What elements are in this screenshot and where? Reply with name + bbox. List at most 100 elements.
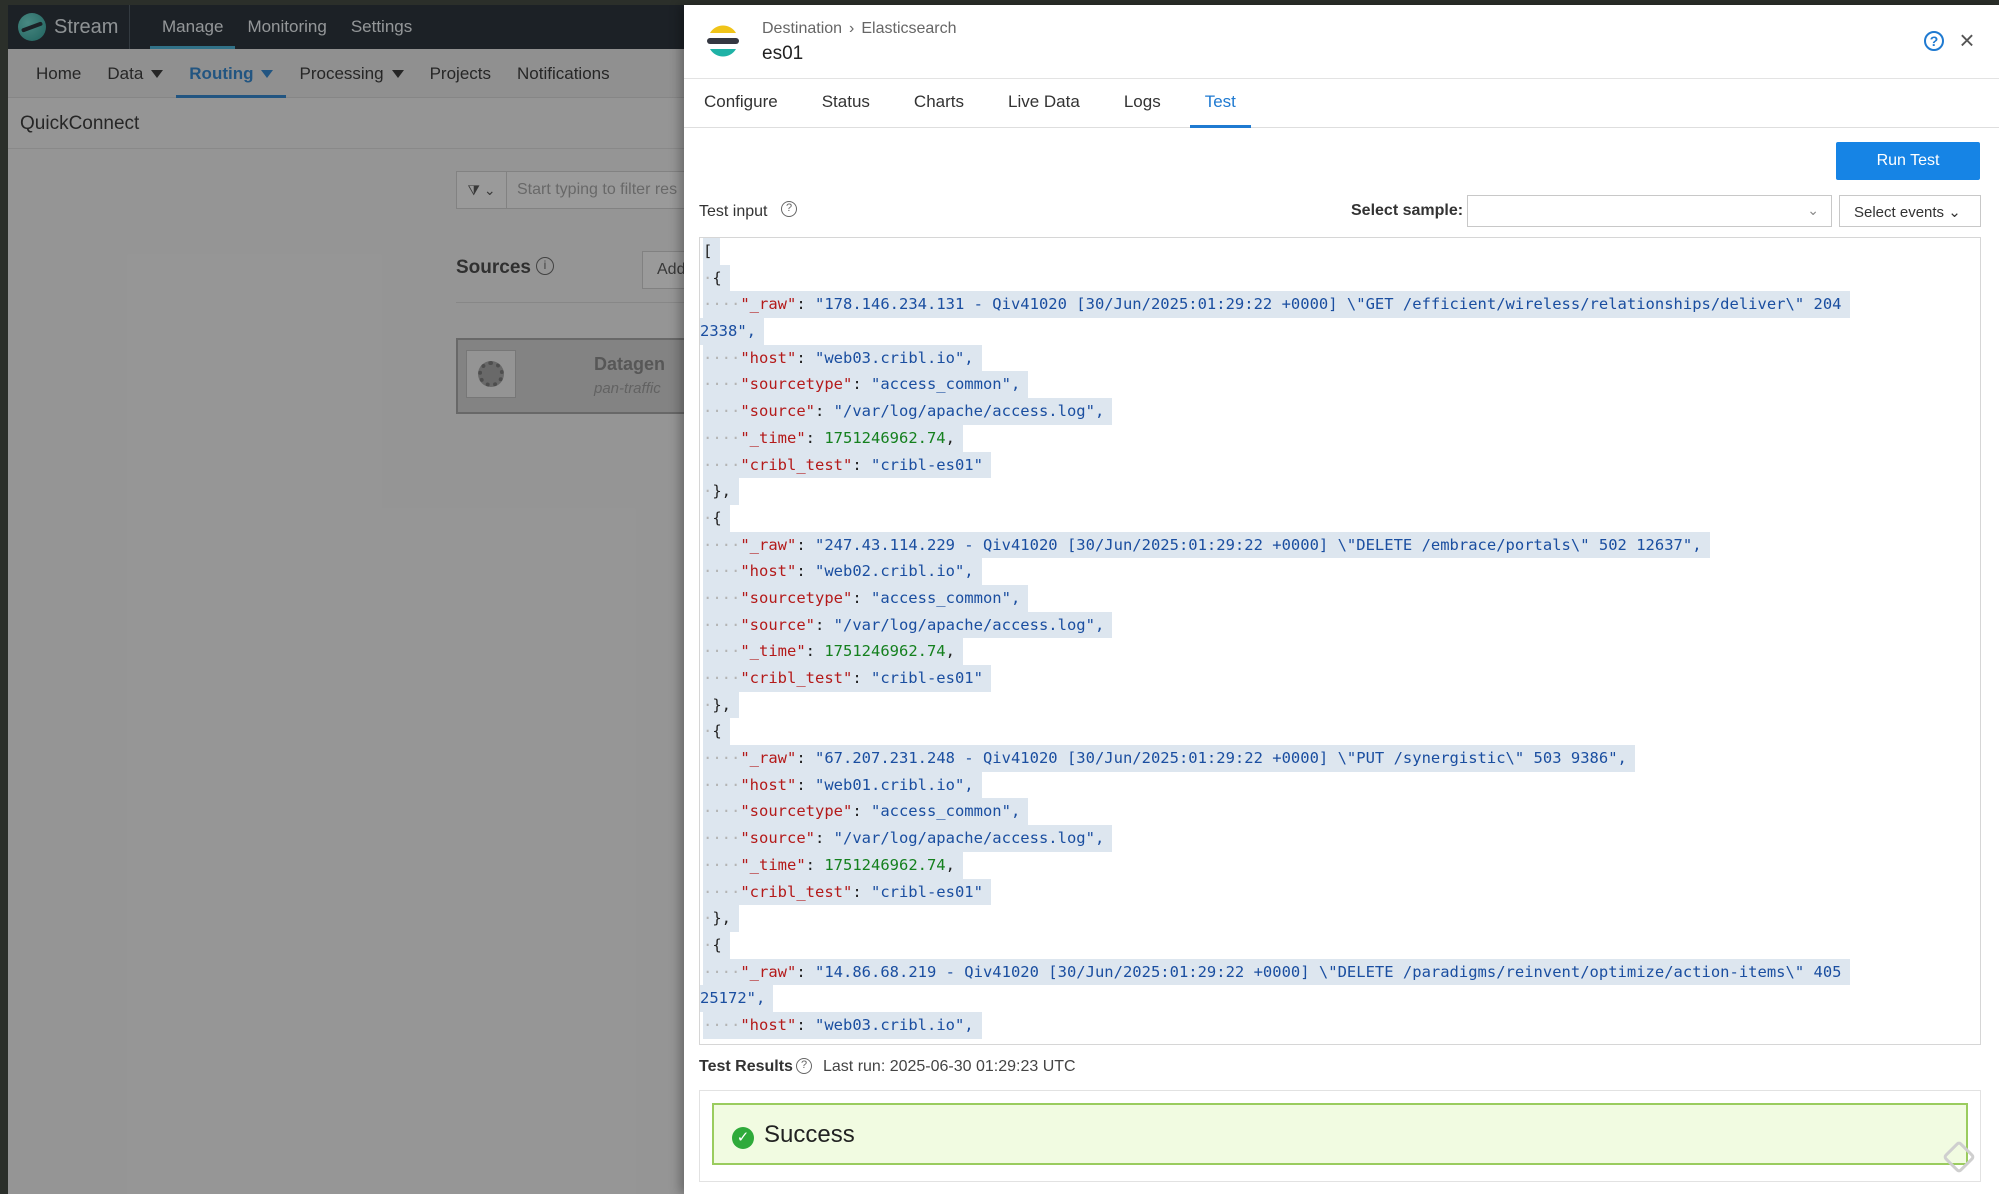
code-key: "host" [740,348,797,367]
tab-logs[interactable]: Logs [1109,80,1176,128]
code-line: ·{ [700,504,1980,532]
code-line: ····"cribl_test": "cribl-es01" [700,451,1980,479]
indent-guide: ···· [703,455,741,474]
help-icon[interactable]: ? [781,201,797,217]
breadcrumb-destination[interactable]: Destination [762,20,842,37]
code-punct: , [945,642,955,661]
sample-select[interactable]: ⌄ [1467,195,1832,227]
code-punct: : [852,802,871,821]
code-punct: : [796,562,815,581]
help-icon[interactable]: ? [796,1058,812,1074]
indent-guide: ···· [703,615,741,634]
filter-input[interactable]: ⧩ ⌄ Start typing to filter res [456,171,696,209]
indent-guide: ···· [703,802,741,821]
sub-nav-processing[interactable]: Processing [286,49,416,98]
app-name: Stream [54,15,119,38]
code-line-content: ·{ [703,931,730,959]
code-punct: : [796,348,815,367]
datagen-gear-icon [466,350,516,398]
tab-test[interactable]: Test [1189,80,1251,128]
sub-nav-notifications[interactable]: Notifications [504,49,623,98]
indent-guide: ···· [703,348,741,367]
sub-nav-notifications-label: Notifications [517,63,610,83]
top-nav-monitoring[interactable]: Monitoring [235,5,338,49]
tab-live-data[interactable]: Live Data [993,80,1095,128]
indent-guide: · [703,722,713,741]
code-value: "web01.cribl.io", [815,775,974,794]
code-line-content: ·}, [703,905,740,932]
filter-icon[interactable]: ⧩ ⌄ [457,172,507,208]
code-value: "access_common", [870,375,1021,394]
code-line-content: ····"cribl_test": "cribl-es01" [703,878,991,906]
code-line-content: ····"_time": 1751246962.74, [703,638,963,666]
code-line: ····"host": "web03.cribl.io", [700,344,1980,372]
code-line-content: ····"sourcetype": "access_common", [703,798,1029,826]
code-line-content: ·{ [703,504,730,532]
code-key: "cribl_test" [740,455,853,474]
code-line-content: ·{ [703,718,730,746]
indent-guide: ···· [703,775,741,794]
source-card-datagen[interactable]: Datagen pan-traffic [456,338,696,414]
code-line-content: ····"_raw": "67.207.231.248 - Qiv41020 [… [703,745,1635,772]
code-key: "host" [740,775,797,794]
code-key: "cribl_test" [740,882,853,901]
code-value: "web03.cribl.io", [815,348,974,367]
caret-down-icon [261,70,274,79]
sub-nav-home[interactable]: Home [23,49,94,98]
code-key: "sourcetype" [740,375,853,394]
code-line-content: ····"sourcetype": "access_common", [703,584,1029,612]
code-key: "sourcetype" [740,802,853,821]
code-line: ·}, [700,478,1980,505]
code-line-content: ····"host": "web01.cribl.io", [703,771,982,799]
chevron-down-icon: ⌄ [1807,202,1819,218]
success-banner: ✓ Success [712,1103,1968,1165]
sub-nav-routing[interactable]: Routing [176,49,287,98]
sub-nav-data-label: Data [107,63,144,83]
run-test-button[interactable]: Run Test [1836,142,1980,180]
code-line: ····"_raw": "67.207.231.248 - Qiv41020 [… [700,745,1980,772]
code-value: "247.43.114.229 - Qiv41020 [30/Jun/2025:… [815,535,1702,554]
tab-configure[interactable]: Configure [689,80,793,128]
code-punct: : [814,615,834,634]
code-key: "_raw" [740,535,797,554]
code-key: "source" [740,402,815,421]
select-events-dropdown[interactable]: Select events ⌄ [1839,195,1981,227]
code-key: "source" [740,829,815,848]
indent-guide: · [703,482,713,501]
code-punct: : [796,535,815,554]
indent-guide: · [703,508,713,527]
test-input-editor[interactable]: [·{····"_raw": "178.146.234.131 - Qiv410… [699,237,1981,1045]
top-nav: Manage Monitoring Settings [150,5,424,49]
close-icon[interactable]: × [1956,27,1978,53]
code-line-content: 2338", [700,318,764,345]
flyout-title: es01 [762,43,804,64]
code-line: ·{ [700,931,1980,959]
select-events-label: Select events [1854,204,1945,221]
top-nav-settings[interactable]: Settings [339,5,424,49]
code-line: ····"_time": 1751246962.74, [700,424,1980,452]
top-nav-manage[interactable]: Manage [150,5,236,49]
sub-nav-data[interactable]: Data [94,49,176,98]
code-punct: : [852,669,871,687]
code-value: 1751246962.74 [824,642,946,661]
info-icon[interactable]: i [536,257,554,275]
code-line-content: ····"host": "web03.cribl.io", [703,344,982,372]
indent-guide: ···· [703,535,741,554]
code-value: "178.146.234.131 - Qiv41020 [30/Jun/2025… [815,295,1842,314]
code-line: 2338", [700,318,1980,345]
indent-guide: ···· [703,829,741,848]
code-line-content: ····"_time": 1751246962.74, [703,424,963,452]
help-icon[interactable]: ? [1924,31,1944,51]
code-key: "source" [740,615,815,634]
code-line: ····"source": "/var/log/apache/access.lo… [700,611,1980,639]
sub-nav-projects[interactable]: Projects [417,49,504,98]
code-punct: : [852,588,871,607]
code-value: "/var/log/apache/access.log", [833,615,1105,634]
app-logo[interactable]: Stream [8,5,130,49]
tab-charts[interactable]: Charts [899,80,979,128]
code-punct: : [852,455,871,474]
code-value: 25172", [700,989,766,1008]
code-value: "access_common", [870,802,1021,821]
code-key: "sourcetype" [740,588,853,607]
tab-status[interactable]: Status [807,80,885,128]
